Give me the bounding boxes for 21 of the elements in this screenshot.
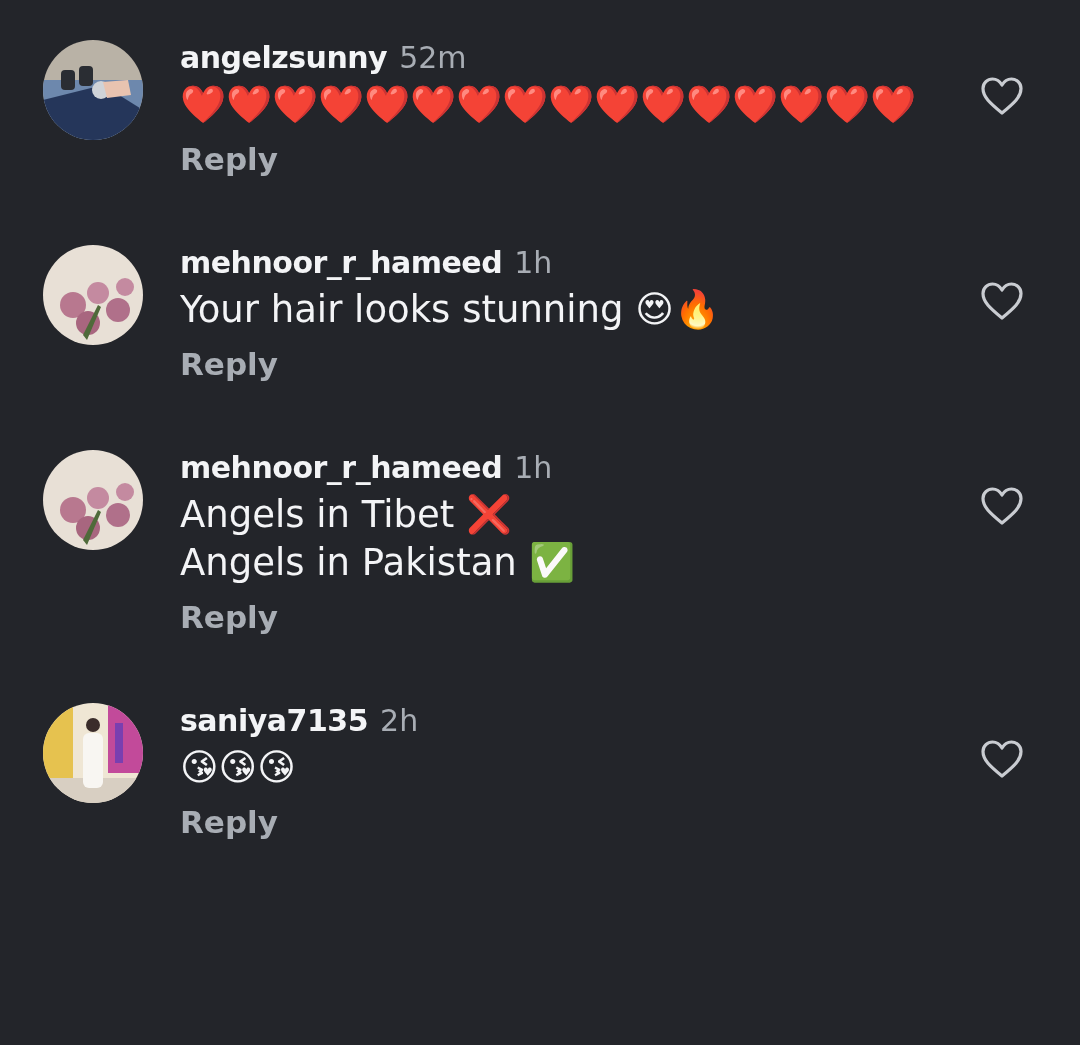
heart-icon[interactable] bbox=[980, 281, 1024, 321]
timestamp: 52m bbox=[399, 40, 467, 75]
username[interactable]: angelzsunny bbox=[180, 40, 388, 75]
reply-link[interactable]: Reply bbox=[180, 804, 278, 840]
username[interactable]: mehnoor_r_hameed bbox=[180, 450, 503, 485]
reply-link[interactable]: Reply bbox=[180, 346, 278, 382]
comment-text: 😘😘😘 bbox=[180, 745, 297, 791]
timestamp: 2h bbox=[380, 703, 419, 738]
comment-text: Angels in Tibet ❌ bbox=[180, 492, 514, 538]
timestamp: 1h bbox=[514, 245, 553, 280]
comment-text: Your hair looks stunning 😍🔥 bbox=[180, 287, 721, 333]
reply-link[interactable]: Reply bbox=[180, 141, 278, 177]
username[interactable]: saniya7135 bbox=[180, 703, 369, 738]
username[interactable]: mehnoor_r_hameed bbox=[180, 245, 503, 280]
heart-icon[interactable] bbox=[980, 739, 1024, 779]
comment-text: ❤❤❤❤❤❤❤❤❤❤❤❤❤❤❤❤ bbox=[180, 82, 917, 128]
timestamp: 1h bbox=[514, 450, 553, 485]
heart-icon[interactable] bbox=[980, 486, 1024, 526]
reply-link[interactable]: Reply bbox=[180, 599, 278, 635]
comment-text: Angels in Pakistan ✅ bbox=[180, 540, 576, 586]
heart-icon[interactable] bbox=[980, 76, 1024, 116]
